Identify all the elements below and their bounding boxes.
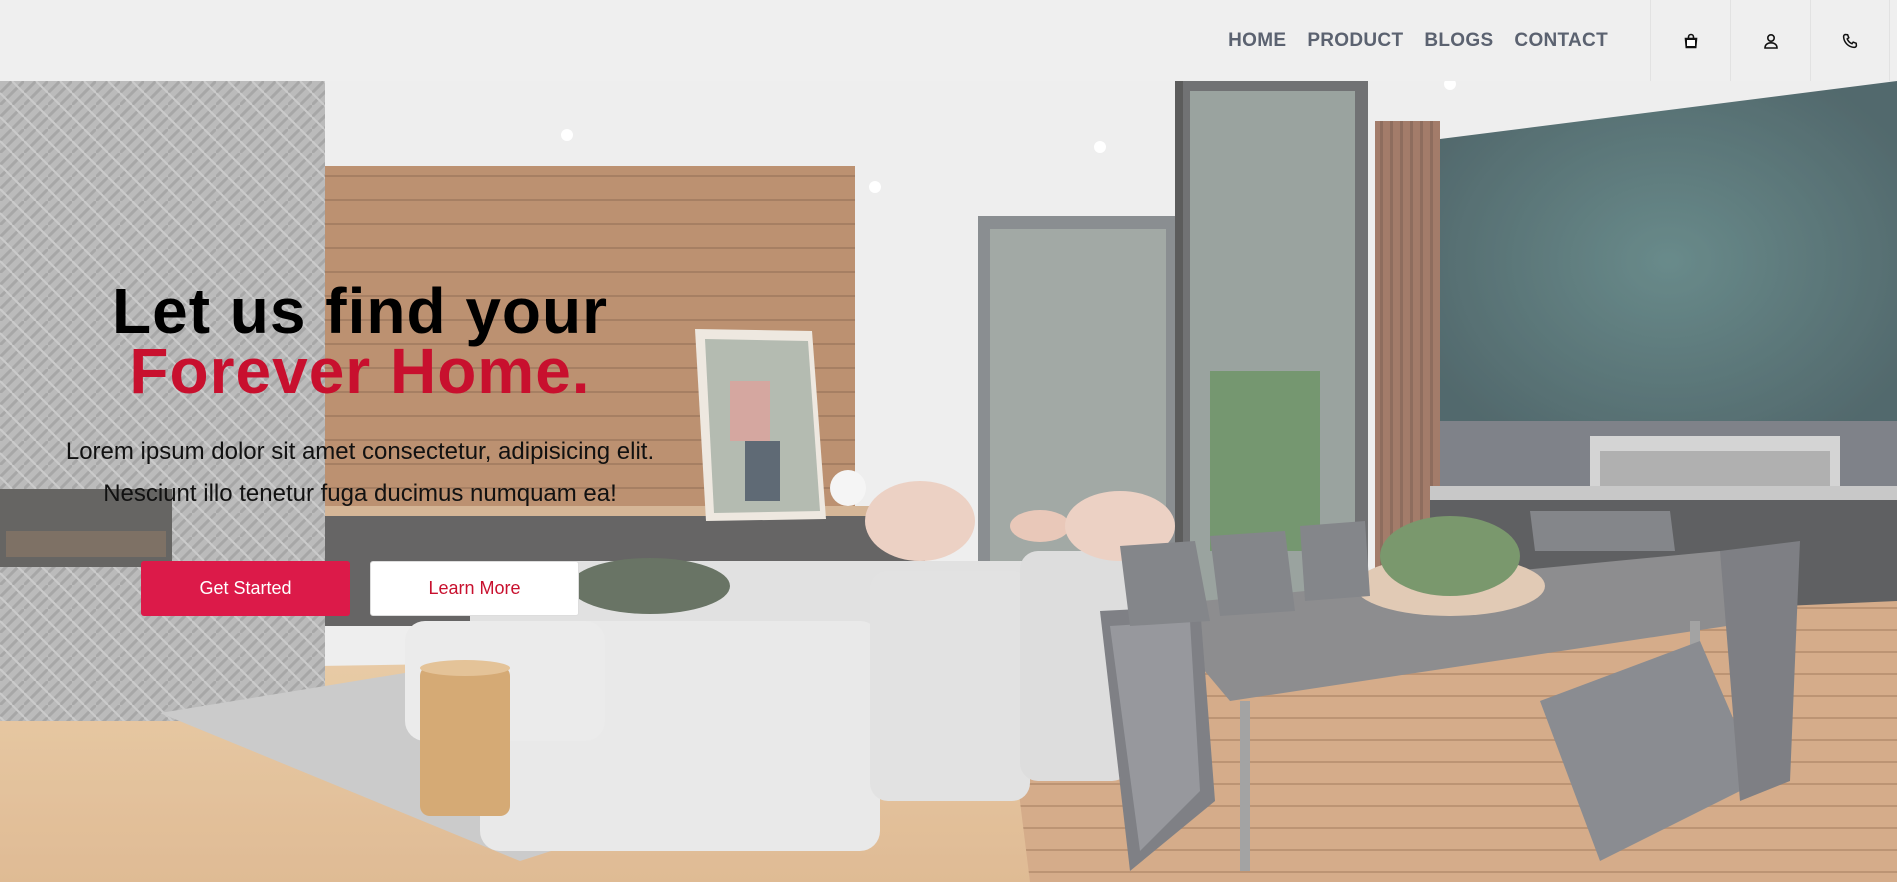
- main-nav: HOME PRODUCT BLOGS CONTACT: [1207, 0, 1608, 81]
- hero-subtitle-line1: Lorem ipsum dolor sit amet consectetur, …: [65, 438, 655, 465]
- hero-cta-group: Get Started Learn More: [0, 561, 720, 616]
- nav-link-home[interactable]: HOME: [1228, 30, 1286, 52]
- hero-title-line2: Forever Home.: [129, 335, 591, 407]
- hero-section: Let us find your Forever Home. Lorem ips…: [0, 81, 1897, 882]
- hero-subtitle-line2: Nesciunt illo tenetur fuga ducimus numqu…: [103, 480, 617, 507]
- get-started-button[interactable]: Get Started: [141, 561, 350, 616]
- learn-more-button[interactable]: Learn More: [370, 561, 579, 616]
- hero-content: Let us find your Forever Home. Lorem ips…: [0, 275, 720, 616]
- account-button[interactable]: [1730, 0, 1810, 81]
- nav-icon-group: [1650, 0, 1890, 81]
- shopping-bag-icon: [1684, 33, 1697, 48]
- nav-link-contact[interactable]: CONTACT: [1514, 30, 1608, 52]
- hero-subtitle: Lorem ipsum dolor sit amet consectetur, …: [0, 431, 720, 515]
- hero-title: Let us find your Forever Home.: [0, 275, 720, 407]
- user-icon: [1763, 33, 1778, 49]
- nav-link-blogs[interactable]: BLOGS: [1424, 30, 1493, 52]
- call-button[interactable]: [1810, 0, 1890, 81]
- cart-button[interactable]: [1650, 0, 1730, 81]
- phone-icon: [1842, 33, 1858, 48]
- nav-link-product[interactable]: PRODUCT: [1307, 30, 1403, 52]
- hero-title-line1: Let us find your: [112, 275, 608, 347]
- top-navbar: HOME PRODUCT BLOGS CONTACT: [0, 0, 1897, 81]
